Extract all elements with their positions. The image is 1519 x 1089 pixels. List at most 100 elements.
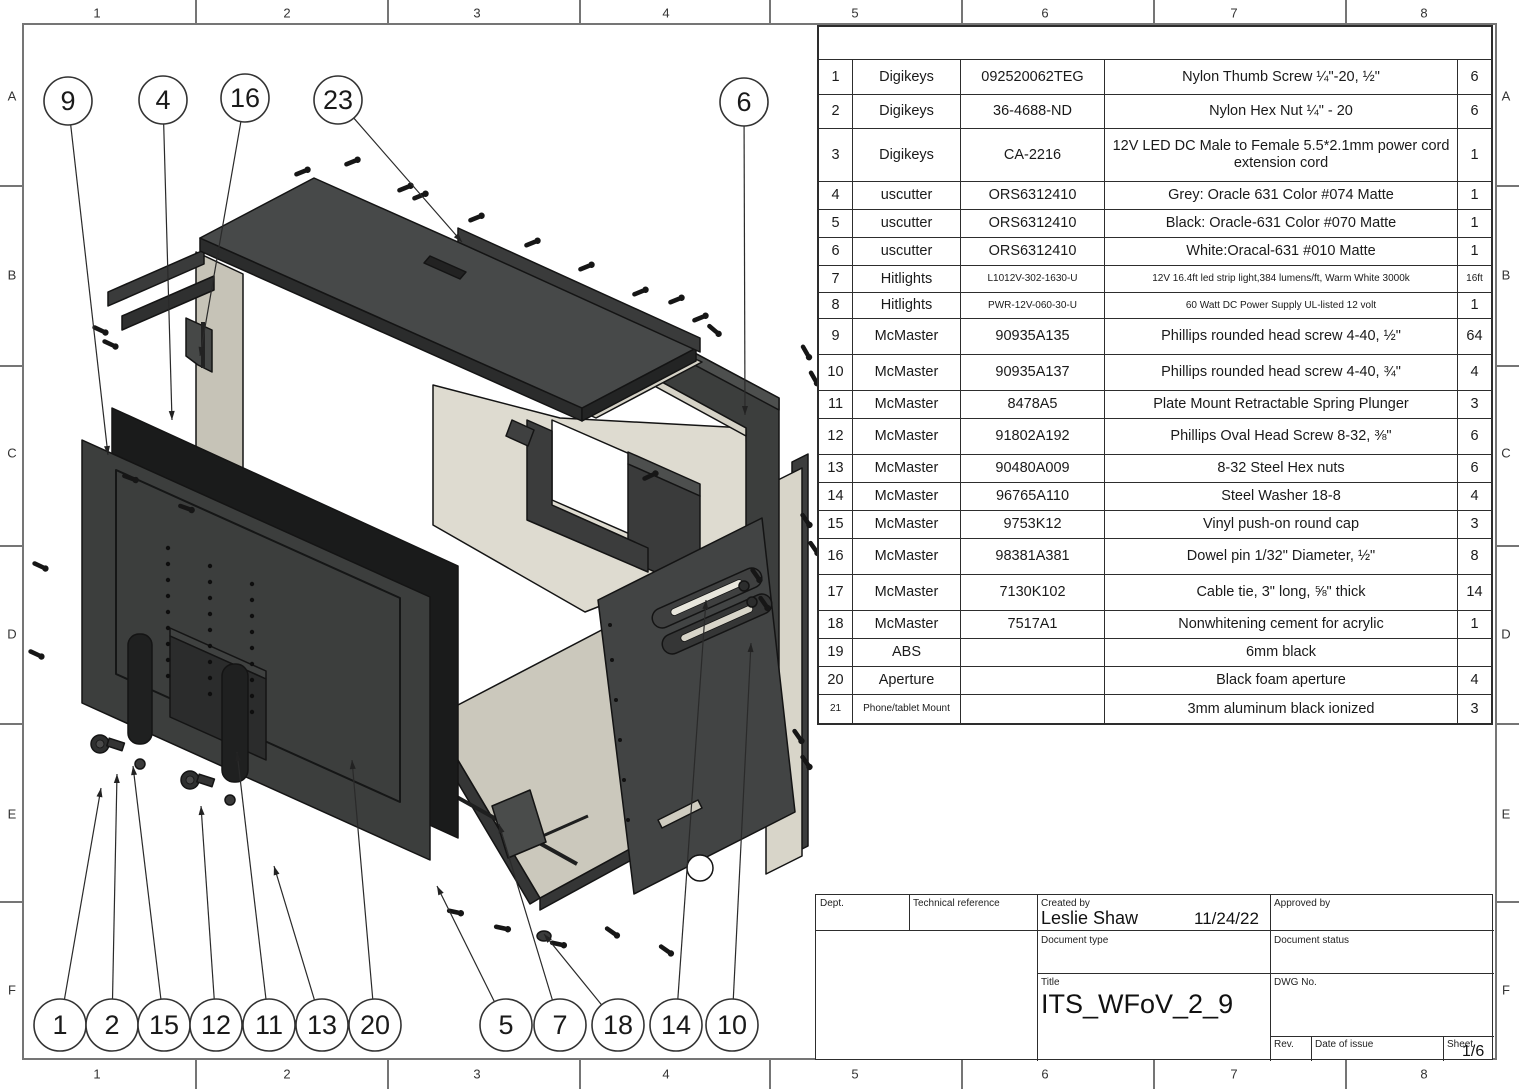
bom-cell-desc: 6mm black [1105, 639, 1458, 666]
bom-cell-desc: Black foam aperture [1105, 667, 1458, 694]
bom-cell-part: ORS6312410 [961, 182, 1105, 209]
zone-col-label-bottom: 4 [662, 1067, 669, 1082]
bom-body: 1Digikeys092520062TEGNylon Thumb Screw ¼… [819, 60, 1491, 723]
rev-label: Rev. [1274, 1039, 1294, 1050]
bom-cell-part [961, 639, 1105, 666]
bom-cell-item: 4 [819, 182, 853, 209]
bom-cell-vendor: McMaster [853, 419, 961, 454]
bom-cell-vendor: uscutter [853, 238, 961, 265]
bom-cell-item: 15 [819, 511, 853, 538]
zone-tick [769, 1060, 771, 1089]
bom-row-item-3: 3DigikeysCA-221612V LED DC Male to Femal… [819, 129, 1491, 182]
bom-row-item-20: 20ApertureBlack foam aperture4 [819, 667, 1491, 695]
bom-cell-qty: 8 [1458, 539, 1491, 574]
document-type-label: Document type [1041, 935, 1108, 946]
bom-cell-desc: Nonwhitening cement for acrylic [1105, 611, 1458, 638]
zone-col-label-top: 6 [1041, 6, 1048, 21]
bom-cell-item: 19 [819, 639, 853, 666]
bom-cell-qty: 3 [1458, 391, 1491, 418]
zone-tick [1497, 901, 1519, 903]
zone-col-label-bottom: 3 [473, 1067, 480, 1082]
bom-cell-part: 96765A110 [961, 483, 1105, 510]
bom-row-item-12: 12McMaster91802A192Phillips Oval Head Sc… [819, 419, 1491, 455]
zone-col-label-top: 2 [283, 6, 290, 21]
bom-cell-desc: White:Oracal-631 #010 Matte [1105, 238, 1458, 265]
bom-cell-item: 7 [819, 266, 853, 292]
bom-table: 1Digikeys092520062TEGNylon Thumb Screw ¼… [817, 25, 1493, 725]
bom-cell-part: 36-4688-ND [961, 95, 1105, 128]
bom-cell-item: 3 [819, 129, 853, 181]
title-block: Dept. Technical reference Created by Les… [815, 894, 1493, 1060]
bom-cell-part: 8478A5 [961, 391, 1105, 418]
bom-cell-desc: 12V LED DC Male to Female 5.5*2.1mm powe… [1105, 129, 1458, 181]
bom-row-item-16: 16McMaster98381A381Dowel pin 1/32" Diame… [819, 539, 1491, 575]
bom-row-item-18: 18McMaster7517A1Nonwhitening cement for … [819, 611, 1491, 639]
zone-row-label-right: B [1502, 268, 1511, 283]
bom-cell-qty: 4 [1458, 483, 1491, 510]
bom-cell-item: 11 [819, 391, 853, 418]
date-of-issue-label: Date of issue [1315, 1039, 1373, 1050]
bom-cell-part: 092520062TEG [961, 60, 1105, 94]
bom-cell-item: 6 [819, 238, 853, 265]
bom-cell-qty: 6 [1458, 455, 1491, 482]
bom-cell-item: 5 [819, 210, 853, 237]
zone-row-label-right: A [1502, 89, 1511, 104]
bom-row-item-11: 11McMaster8478A5Plate Mount Retractable … [819, 391, 1491, 419]
bom-cell-desc: Phillips Oval Head Screw 8-32, ⅜" [1105, 419, 1458, 454]
bom-cell-vendor: Hitlights [853, 266, 961, 292]
bom-cell-vendor: ABS [853, 639, 961, 666]
bom-cell-qty: 1 [1458, 210, 1491, 237]
bom-cell-item: 21 [819, 695, 853, 723]
zone-tick [195, 1060, 197, 1089]
zone-tick [0, 185, 22, 187]
zone-tick [0, 365, 22, 367]
zone-tick [1497, 723, 1519, 725]
bom-cell-qty: 1 [1458, 129, 1491, 181]
bom-cell-part: ORS6312410 [961, 238, 1105, 265]
bom-cell-qty: 14 [1458, 575, 1491, 610]
bom-cell-vendor: Aperture [853, 667, 961, 694]
bom-cell-desc: Steel Washer 18-8 [1105, 483, 1458, 510]
zone-tick [961, 1060, 963, 1089]
zone-row-label-left: A [8, 89, 17, 104]
zone-tick [1345, 1060, 1347, 1089]
bom-cell-part: 90935A137 [961, 355, 1105, 390]
bom-row-item-8: 8HitlightsPWR-12V-060-30-U60 Watt DC Pow… [819, 293, 1491, 319]
dwg-no-label: DWG No. [1274, 977, 1317, 988]
bom-cell-part [961, 695, 1105, 723]
bom-row-item-7: 7HitlightsL1012V-302-1630-U12V 16.4ft le… [819, 266, 1491, 293]
zone-tick [0, 723, 22, 725]
zone-col-label-bottom: 5 [851, 1067, 858, 1082]
bom-cell-desc: Phillips rounded head screw 4-40, ¾" [1105, 355, 1458, 390]
approved-by-label: Approved by [1274, 898, 1330, 909]
bom-cell-vendor: McMaster [853, 355, 961, 390]
bom-cell-vendor: McMaster [853, 319, 961, 354]
bom-cell-qty: 1 [1458, 182, 1491, 209]
bom-cell-vendor: uscutter [853, 210, 961, 237]
bom-cell-part: ORS6312410 [961, 210, 1105, 237]
zone-tick [579, 0, 581, 23]
bom-cell-qty: 4 [1458, 355, 1491, 390]
zone-tick [1153, 0, 1155, 23]
zone-row-label-right: C [1501, 446, 1510, 461]
bom-cell-part: 90480A009 [961, 455, 1105, 482]
bom-cell-qty: 64 [1458, 319, 1491, 354]
zone-tick [0, 901, 22, 903]
bom-cell-vendor: McMaster [853, 391, 961, 418]
bom-row-item-13: 13McMaster90480A0098-32 Steel Hex nuts6 [819, 455, 1491, 483]
bom-cell-vendor: Hitlights [853, 293, 961, 318]
zone-tick [579, 1060, 581, 1089]
zone-col-label-bottom: 6 [1041, 1067, 1048, 1082]
zone-col-label-top: 8 [1420, 6, 1427, 21]
bom-cell-qty: 4 [1458, 667, 1491, 694]
bom-cell-item: 18 [819, 611, 853, 638]
bom-cell-item: 17 [819, 575, 853, 610]
zone-tick [0, 545, 22, 547]
bom-cell-vendor: Digikeys [853, 60, 961, 94]
zone-col-label-bottom: 7 [1230, 1067, 1237, 1082]
bom-cell-vendor: Digikeys [853, 129, 961, 181]
bom-cell-qty: 1 [1458, 611, 1491, 638]
bom-cell-part: 91802A192 [961, 419, 1105, 454]
bom-cell-desc: 3mm aluminum black ionized [1105, 695, 1458, 723]
bom-cell-part: 90935A135 [961, 319, 1105, 354]
